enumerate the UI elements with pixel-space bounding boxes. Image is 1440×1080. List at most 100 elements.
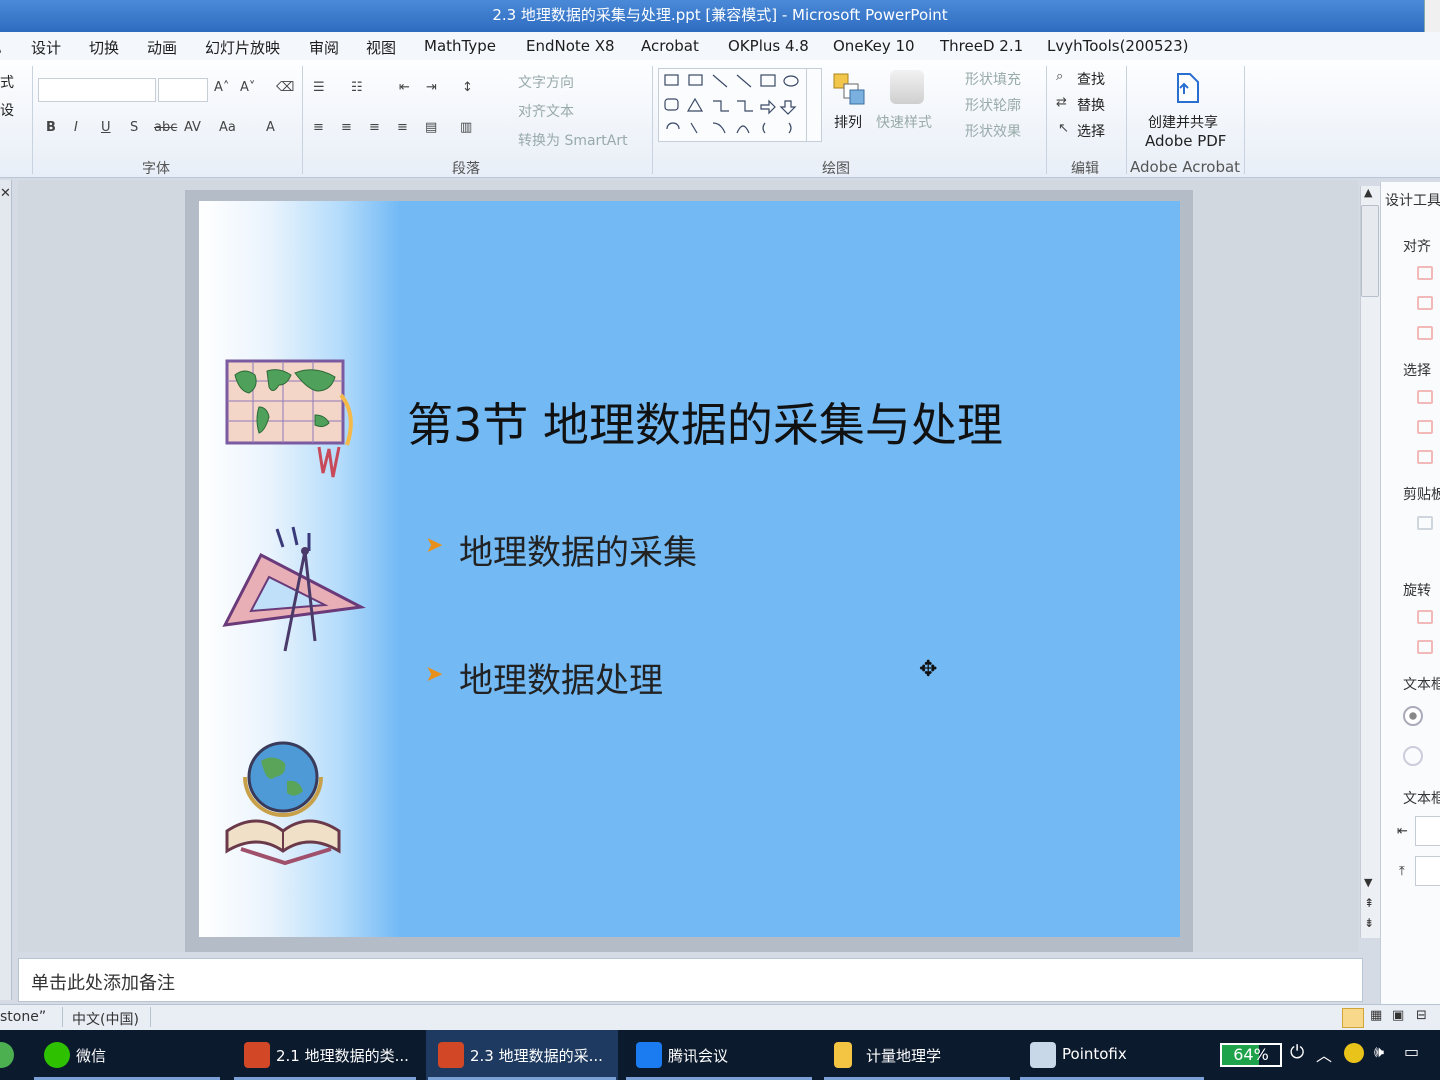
top-margin-input[interactable]	[1415, 856, 1440, 886]
decrease-indent-icon[interactable]: ⇤	[399, 80, 410, 95]
align-top-icon[interactable]	[1417, 296, 1433, 310]
tab-partial[interactable]: \	[0, 37, 1, 55]
taskbar-item-folder[interactable]: 计量地理学	[822, 1030, 1012, 1080]
slide-vertical-scrollbar[interactable]	[1360, 186, 1380, 938]
binoculars-icon[interactable]: ⌕	[1056, 69, 1063, 84]
quick-styles-icon[interactable]	[890, 70, 924, 104]
line-spacing-icon[interactable]: ↕	[462, 80, 473, 95]
grow-font-icon[interactable]: A˄	[214, 80, 229, 95]
taskbar-item-wechat[interactable]: 微信	[32, 1030, 222, 1080]
bullet-item[interactable]: 地理数据处理	[459, 653, 663, 702]
tab-threed[interactable]: ThreeD 2.1	[940, 37, 1023, 55]
underline-icon[interactable]: U	[101, 120, 111, 135]
language-indicator[interactable]: 中文(中国)	[72, 1009, 139, 1029]
left-margin-input[interactable]	[1415, 816, 1440, 846]
select-all-icon[interactable]	[1417, 390, 1433, 404]
shape-effects-button[interactable]: 形状效果	[965, 121, 1021, 141]
tab-mathtype[interactable]: MathType	[424, 37, 496, 55]
group-icon[interactable]	[1417, 420, 1433, 434]
taskbar-item-ppt-2-3[interactable]: 2.3 地理数据的采...	[426, 1030, 618, 1080]
ribbon-partial-label[interactable]: 设	[0, 100, 14, 120]
slide-canvas[interactable]: 第3节 地理数据的采集与处理 ➤ 地理数据的采集 ➤ 地理数据处理 ✥	[199, 201, 1180, 937]
bullet-item[interactable]: 地理数据的采集	[459, 525, 697, 574]
arrange-button[interactable]: 排列	[834, 112, 862, 132]
select-button[interactable]: 选择	[1077, 121, 1105, 141]
align-middle-icon[interactable]	[1417, 326, 1433, 340]
taskbar-item-pointofix[interactable]: Pointofix	[1018, 1030, 1206, 1080]
scroll-up-arrow-icon[interactable]: ▲	[1364, 186, 1372, 199]
justify-icon[interactable]: ≡	[397, 120, 408, 135]
tray-expand-icon[interactable]: ︿	[1316, 1042, 1332, 1066]
bullets-icon[interactable]: ☰	[313, 80, 325, 95]
notes-pane[interactable]: 单击此处添加备注	[18, 958, 1363, 1002]
char-spacing-icon[interactable]: AV	[184, 120, 201, 135]
change-case-icon[interactable]: Aa	[219, 120, 236, 135]
tab-endnote[interactable]: EndNote X8	[526, 37, 615, 55]
strikethrough-icon[interactable]: abc	[154, 120, 177, 135]
tab-design[interactable]: 设计	[31, 37, 61, 58]
create-share-label[interactable]: 创建并共享	[1148, 112, 1218, 132]
shrink-font-icon[interactable]: A˅	[240, 80, 255, 95]
tab-lvyhtools[interactable]: LvyhTools(200523)	[1047, 37, 1189, 55]
align-right-icon[interactable]: ≡	[369, 120, 380, 135]
text-direction-button[interactable]: 文字方向	[518, 72, 574, 92]
italic-icon[interactable]: I	[74, 120, 78, 135]
align-center-icon[interactable]: ≡	[341, 120, 352, 135]
font-color-icon[interactable]: A	[266, 120, 275, 135]
replace-icon[interactable]: ⇄	[1056, 95, 1067, 110]
replace-button[interactable]: 替换	[1077, 95, 1105, 115]
previous-slide-icon[interactable]: ⇞	[1364, 896, 1374, 910]
increase-indent-icon[interactable]: ⇥	[426, 80, 437, 95]
arrange-icon[interactable]	[832, 72, 866, 106]
slideshow-view-icon[interactable]: ⊟	[1416, 1008, 1427, 1023]
ribbon-partial-label[interactable]: 式	[0, 72, 14, 92]
select-cursor-icon[interactable]: ↖	[1058, 121, 1069, 136]
font-size-combo[interactable]	[158, 78, 208, 102]
reading-view-icon[interactable]: ▣	[1392, 1008, 1404, 1023]
tab-animations[interactable]: 动画	[147, 37, 177, 58]
quick-styles-button[interactable]: 快速样式	[876, 112, 932, 132]
adobe-pdf-label[interactable]: Adobe PDF	[1145, 132, 1226, 150]
align-text-button[interactable]: 对齐文本	[518, 101, 574, 121]
shadow-icon[interactable]: S	[130, 120, 138, 135]
radio-auto[interactable]	[1403, 706, 1423, 726]
copy-icon[interactable]	[1417, 516, 1433, 530]
next-slide-icon[interactable]: ⇟	[1364, 916, 1374, 930]
shape-outline-button[interactable]: 形状轮廓	[965, 95, 1021, 115]
taskbar-item-ppt-2-1[interactable]: 2.1 地理数据的类...	[232, 1030, 418, 1080]
distribute-icon[interactable]: ▤	[425, 120, 437, 135]
bold-icon[interactable]: B	[46, 120, 56, 135]
clear-format-icon[interactable]: ⌫	[276, 80, 294, 95]
gallery-scroll[interactable]	[806, 68, 822, 142]
battery-indicator[interactable]: 64%	[1220, 1043, 1282, 1067]
tab-view[interactable]: 视图	[366, 37, 396, 58]
find-button[interactable]: 查找	[1077, 69, 1105, 89]
network-icon[interactable]: ▭	[1404, 1042, 1419, 1061]
scroll-down-arrow-icon[interactable]: ▼	[1364, 876, 1372, 889]
tab-onekey[interactable]: OneKey 10	[833, 37, 915, 55]
tab-transitions[interactable]: 切换	[89, 37, 119, 58]
window-control-button[interactable]	[1424, 0, 1440, 32]
tray-app-icon[interactable]	[1344, 1043, 1364, 1063]
scroll-thumb[interactable]	[1361, 205, 1379, 297]
align-left-icon[interactable]: ≡	[313, 120, 324, 135]
ungroup-icon[interactable]	[1417, 450, 1433, 464]
rotate-icon[interactable]	[1417, 610, 1433, 624]
numbering-icon[interactable]: ☷	[351, 80, 363, 95]
adobe-pdf-share-icon[interactable]	[1170, 70, 1204, 106]
tab-slideshow[interactable]: 幻灯片放映	[205, 37, 280, 58]
slide-title[interactable]: 第3节 地理数据的采集与处理	[407, 389, 1003, 455]
tab-acrobat[interactable]: Acrobat	[641, 37, 699, 55]
convert-smartart-button[interactable]: 转换为 SmartArt	[518, 130, 628, 150]
tab-okplus[interactable]: OKPlus 4.8	[728, 37, 809, 55]
shapes-gallery[interactable]	[658, 68, 822, 142]
volume-icon[interactable]: 🕪	[1374, 1042, 1384, 1062]
normal-view-icon[interactable]	[1342, 1008, 1364, 1028]
flip-icon[interactable]	[1417, 640, 1433, 654]
align-left-icon[interactable]	[1417, 266, 1433, 280]
columns-icon[interactable]: ▥	[460, 120, 472, 135]
radio-none[interactable]	[1403, 746, 1423, 766]
font-name-combo[interactable]	[38, 78, 156, 102]
slides-pane-collapsed[interactable]	[0, 180, 12, 1000]
slide-sorter-icon[interactable]: ▦	[1370, 1008, 1382, 1023]
